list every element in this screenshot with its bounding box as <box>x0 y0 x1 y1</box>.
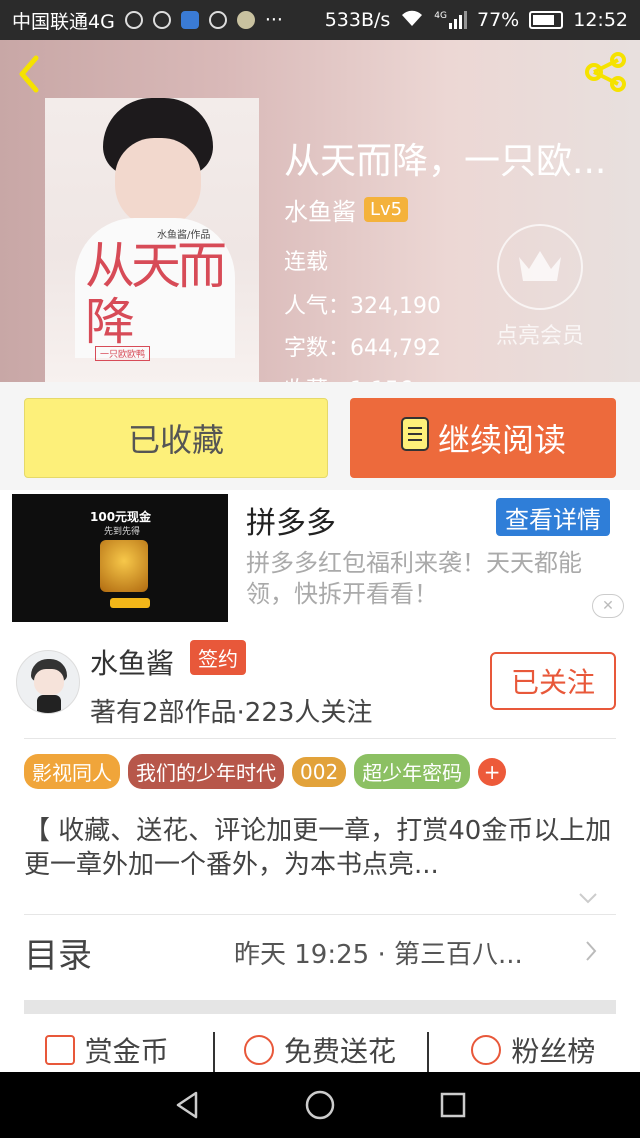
tag[interactable]: 影视同人 <box>24 754 120 789</box>
ad-text: 拼多多红包福利来袭！天天都能领，快拆开看看！ <box>246 549 582 608</box>
continue-reading-button[interactable]: 继续阅读 <box>350 398 616 478</box>
signal-icon: 4G <box>434 11 467 29</box>
author-stats: 著有2部作品·223人关注 <box>90 698 373 728</box>
vip-button[interactable]: 点亮会员 <box>490 224 590 350</box>
author-avatar[interactable] <box>16 650 80 714</box>
send-flower-button[interactable]: 免费送花 <box>213 1028 426 1072</box>
status-bar: 中国联通4G ··· 533B/s 4G 77% 12:52 <box>0 0 640 40</box>
action-bar: 已收藏 继续阅读 <box>0 382 640 490</box>
author-card-name[interactable]: 水鱼酱 <box>90 642 174 682</box>
battery-icon <box>529 11 564 29</box>
network-speed: 533B/s <box>324 9 391 31</box>
favorited-button[interactable]: 已收藏 <box>24 398 328 478</box>
vip-label: 点亮会员 <box>495 324 584 349</box>
tag[interactable]: 002 <box>292 756 347 787</box>
nav-recents-icon[interactable] <box>436 1088 470 1122</box>
continue-reading-label: 继续阅读 <box>437 421 566 459</box>
ranking-icon <box>471 1035 502 1065</box>
more-notifications-indicator: ··· <box>264 9 283 31</box>
reward-label: 赏金币 <box>84 1035 169 1068</box>
divider <box>24 738 616 739</box>
book-title: 从天而降，一只欧... <box>284 141 607 182</box>
ad-image-text: 100元现金 <box>90 510 152 524</box>
ad-title: 拼多多 <box>246 506 336 541</box>
book-detail-content: 水鱼酱 签约 著有2部作品·223人关注 已关注 影视同人 我们的少年时代 00… <box>0 628 640 1072</box>
toc-label: 目录 <box>24 936 92 976</box>
network-type-label: 4G <box>434 11 447 21</box>
follow-button[interactable]: 已关注 <box>490 652 616 710</box>
crown-icon <box>497 224 583 310</box>
share-icon[interactable] <box>584 52 628 92</box>
ad-close-icon[interactable]: ✕ <box>592 594 624 618</box>
favorites-count: 收藏：1,156 <box>284 372 413 382</box>
latest-chapter: 昨天 19:25 · 第三百八... <box>234 940 523 970</box>
fans-ranking-button[interactable]: 粉丝榜 <box>426 1028 640 1072</box>
cover-title: 从天而降 <box>85 237 227 351</box>
ad-banner[interactable]: 100元现金 先到先得 拼多多 查看详情 拼多多红包福利来袭！天天都能领，快拆开… <box>0 490 640 628</box>
wifi-icon <box>400 9 424 32</box>
flower-label: 免费送花 <box>283 1035 396 1068</box>
book-header: 水鱼酱/作品 从天而降 一只欧欧鸭 从天而降，一只欧... 水鱼酱 Lv5 连载… <box>0 40 640 382</box>
nav-home-icon[interactable] <box>303 1088 337 1122</box>
section-divider <box>24 1000 616 1014</box>
reward-coins-button[interactable]: 赏金币 <box>0 1028 213 1072</box>
table-of-contents-row[interactable]: 目录 昨天 19:25 · 第三百八... <box>0 918 640 986</box>
popularity: 人气：324,190 <box>284 294 441 319</box>
serial-status: 连载 <box>284 250 329 275</box>
book-icon <box>400 416 430 460</box>
tag[interactable]: 超少年密码 <box>354 754 471 789</box>
back-icon[interactable] <box>14 54 46 93</box>
divider <box>24 914 616 915</box>
ad-detail-button[interactable]: 查看详情 <box>496 498 610 536</box>
carrier-label: 中国联通4G <box>12 10 115 33</box>
flower-icon <box>243 1035 274 1065</box>
battery-percent: 77% <box>477 9 520 31</box>
app-notification-icon <box>152 11 171 29</box>
location-notification-icon <box>180 11 199 29</box>
cover-subtitle: 一只欧欧鸭 <box>95 346 151 361</box>
chevron-down-icon[interactable] <box>578 890 598 904</box>
book-description[interactable]: 【 收藏、送花、评论加更一章，打赏40金币以上加更一章外加一个番外，为本书点亮.… <box>24 814 616 882</box>
fans-label: 粉丝榜 <box>511 1035 596 1068</box>
app-notification-icon <box>124 11 143 29</box>
image-notification-icon <box>236 11 255 29</box>
app-notification-icon <box>208 11 227 29</box>
system-nav-bar <box>0 1072 640 1138</box>
envelope-icon <box>44 1035 75 1065</box>
nav-back-icon[interactable] <box>170 1088 204 1122</box>
tag-list: 影视同人 我们的少年时代 002 超少年密码 + <box>24 754 507 789</box>
tag[interactable]: 我们的少年时代 <box>128 754 284 789</box>
more-tags-button[interactable]: + <box>478 757 507 786</box>
gift-icon <box>100 540 148 592</box>
clock: 12:52 <box>573 9 628 31</box>
book-cover[interactable]: 水鱼酱/作品 从天而降 一只欧欧鸭 <box>45 98 259 382</box>
author-name[interactable]: 水鱼酱 <box>284 192 356 227</box>
signed-badge: 签约 <box>190 640 246 675</box>
ad-image-subtext: 先到先得 <box>104 527 141 537</box>
bottom-actions: 赏金币 免费送花 粉丝榜 <box>0 1028 640 1072</box>
word-count: 字数：644,792 <box>284 336 441 361</box>
ad-image[interactable]: 100元现金 先到先得 <box>12 494 228 622</box>
level-badge: Lv5 <box>364 197 409 222</box>
chevron-right-icon <box>584 940 598 962</box>
author-row: 水鱼酱 Lv5 <box>284 192 409 227</box>
